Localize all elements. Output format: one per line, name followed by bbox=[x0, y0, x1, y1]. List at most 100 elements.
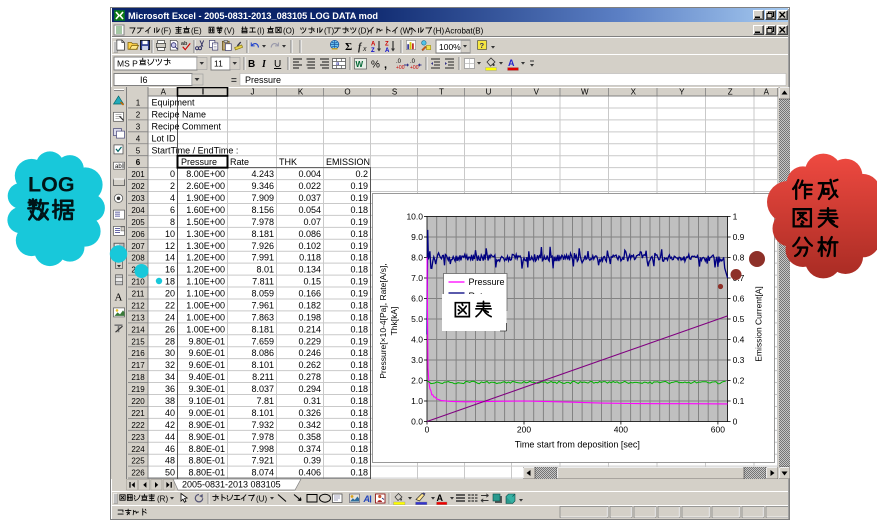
svg-text:32: 32 bbox=[165, 360, 175, 370]
svg-text:26: 26 bbox=[165, 324, 175, 334]
svg-text:7.0: 7.0 bbox=[411, 273, 423, 283]
svg-text:9.0: 9.0 bbox=[411, 232, 423, 242]
svg-text:0.18: 0.18 bbox=[350, 372, 368, 382]
svg-text:U: U bbox=[486, 88, 492, 97]
svg-text:Time start from deposition [se: Time start from deposition [sec] bbox=[515, 440, 640, 450]
svg-text:22: 22 bbox=[165, 300, 175, 310]
svg-text:K: K bbox=[298, 88, 304, 97]
svg-text:0.19: 0.19 bbox=[350, 193, 368, 203]
svg-text:Z: Z bbox=[385, 42, 389, 48]
svg-text:1.00E+00: 1.00E+00 bbox=[186, 300, 225, 310]
svg-text:2005-0831-2013 083105: 2005-0831-2013 083105 bbox=[182, 480, 281, 490]
svg-text:7.81: 7.81 bbox=[256, 396, 274, 406]
svg-text:(V): (V) bbox=[224, 27, 235, 36]
svg-text:0.2: 0.2 bbox=[355, 169, 368, 179]
svg-text:0.18: 0.18 bbox=[350, 324, 368, 334]
svg-text:8.074: 8.074 bbox=[251, 468, 274, 478]
svg-text:MS P: MS P bbox=[117, 59, 138, 69]
svg-text:EMISSION: EMISSION bbox=[326, 157, 370, 167]
svg-text:600: 600 bbox=[711, 425, 725, 435]
svg-text:9.40E-01: 9.40E-01 bbox=[188, 372, 225, 382]
svg-text:36: 36 bbox=[165, 384, 175, 394]
svg-text:0.022: 0.022 bbox=[298, 181, 321, 191]
svg-text:200: 200 bbox=[517, 425, 531, 435]
svg-text:42: 42 bbox=[165, 420, 175, 430]
svg-text:A: A bbox=[437, 493, 444, 503]
svg-text:0.262: 0.262 bbox=[298, 360, 321, 370]
svg-text:9.80E-01: 9.80E-01 bbox=[188, 336, 225, 346]
svg-text:Pressure[×10-4[Pa], Rate[A/s],: Pressure[×10-4[Pa], Rate[A/s], bbox=[378, 263, 388, 379]
svg-text:LOG: LOG bbox=[28, 173, 75, 197]
svg-text:(R): (R) bbox=[157, 495, 168, 504]
svg-text:1.30E+00: 1.30E+00 bbox=[186, 229, 225, 239]
svg-text:0.406: 0.406 bbox=[298, 468, 321, 478]
svg-text:(I): (I) bbox=[257, 27, 265, 36]
svg-text:221: 221 bbox=[131, 409, 145, 418]
svg-text:0.18: 0.18 bbox=[350, 360, 368, 370]
svg-text:7.921: 7.921 bbox=[251, 456, 274, 466]
svg-text:8.00E+00: 8.00E+00 bbox=[186, 169, 225, 179]
svg-text:+00: +00 bbox=[396, 65, 405, 71]
svg-text:2.60E+00: 2.60E+00 bbox=[186, 181, 225, 191]
svg-text:217: 217 bbox=[131, 361, 145, 370]
svg-text:46: 46 bbox=[165, 444, 175, 454]
svg-text:215: 215 bbox=[131, 337, 145, 346]
svg-text:Recipe Name: Recipe Name bbox=[152, 109, 207, 119]
svg-text:5.0: 5.0 bbox=[411, 314, 423, 324]
svg-text:A: A bbox=[363, 494, 371, 504]
svg-text:0.3: 0.3 bbox=[733, 355, 745, 365]
svg-text:8.156: 8.156 bbox=[251, 205, 274, 215]
svg-text:28: 28 bbox=[165, 336, 175, 346]
svg-text:8.181: 8.181 bbox=[251, 229, 274, 239]
svg-text:Acrobat(B): Acrobat(B) bbox=[445, 27, 484, 36]
svg-text:(O): (O) bbox=[283, 27, 295, 36]
svg-text:8.80E-01: 8.80E-01 bbox=[188, 468, 225, 478]
svg-text:224: 224 bbox=[131, 445, 145, 454]
svg-text:T: T bbox=[439, 88, 444, 97]
svg-text:8.037: 8.037 bbox=[251, 384, 274, 394]
svg-text:I: I bbox=[202, 88, 204, 97]
svg-text:1.60E+00: 1.60E+00 bbox=[186, 205, 225, 215]
svg-text:(D): (D) bbox=[358, 27, 369, 36]
svg-text:%: % bbox=[371, 60, 380, 71]
svg-text:400: 400 bbox=[614, 425, 628, 435]
svg-text:1.00E+00: 1.00E+00 bbox=[186, 312, 225, 322]
svg-text:Z: Z bbox=[728, 88, 733, 97]
svg-text:223: 223 bbox=[131, 433, 145, 442]
svg-text:0.39: 0.39 bbox=[303, 456, 321, 466]
svg-text:7.863: 7.863 bbox=[251, 312, 274, 322]
svg-text:50: 50 bbox=[165, 468, 175, 478]
svg-text:0.214: 0.214 bbox=[298, 324, 321, 334]
svg-text:212: 212 bbox=[131, 301, 145, 310]
svg-text:Recipe Comment: Recipe Comment bbox=[152, 121, 222, 131]
svg-text:0.18: 0.18 bbox=[350, 312, 368, 322]
svg-text:7.991: 7.991 bbox=[251, 253, 274, 263]
svg-text:x: x bbox=[362, 46, 367, 53]
svg-text:8.101: 8.101 bbox=[251, 408, 274, 418]
svg-text:1.00E+00: 1.00E+00 bbox=[186, 324, 225, 334]
svg-text:9.60E-01: 9.60E-01 bbox=[188, 360, 225, 370]
svg-text:0.2: 0.2 bbox=[733, 375, 745, 385]
svg-text:0.18: 0.18 bbox=[350, 420, 368, 430]
svg-text:7.909: 7.909 bbox=[251, 193, 274, 203]
svg-text:30: 30 bbox=[165, 348, 175, 358]
svg-text:V: V bbox=[534, 88, 540, 97]
svg-text:222: 222 bbox=[131, 421, 145, 430]
svg-text:A: A bbox=[508, 58, 515, 68]
svg-text:S: S bbox=[392, 88, 397, 97]
svg-text:100%: 100% bbox=[439, 42, 461, 52]
svg-text:0.19: 0.19 bbox=[350, 289, 368, 299]
svg-text:7.932: 7.932 bbox=[251, 420, 274, 430]
svg-text:7.659: 7.659 bbox=[251, 336, 274, 346]
svg-text:9.346: 9.346 bbox=[251, 181, 274, 191]
svg-text:48: 48 bbox=[165, 456, 175, 466]
svg-text:A: A bbox=[385, 48, 390, 54]
svg-text:9.10E-01: 9.10E-01 bbox=[188, 396, 225, 406]
svg-text:8.80E-01: 8.80E-01 bbox=[188, 456, 225, 466]
svg-text:0: 0 bbox=[425, 425, 430, 435]
svg-text:0.19: 0.19 bbox=[350, 217, 368, 227]
svg-text:8.181: 8.181 bbox=[251, 324, 274, 334]
svg-text:0.198: 0.198 bbox=[298, 312, 321, 322]
svg-text:0.054: 0.054 bbox=[298, 205, 321, 215]
svg-text:1.10E+00: 1.10E+00 bbox=[186, 289, 225, 299]
